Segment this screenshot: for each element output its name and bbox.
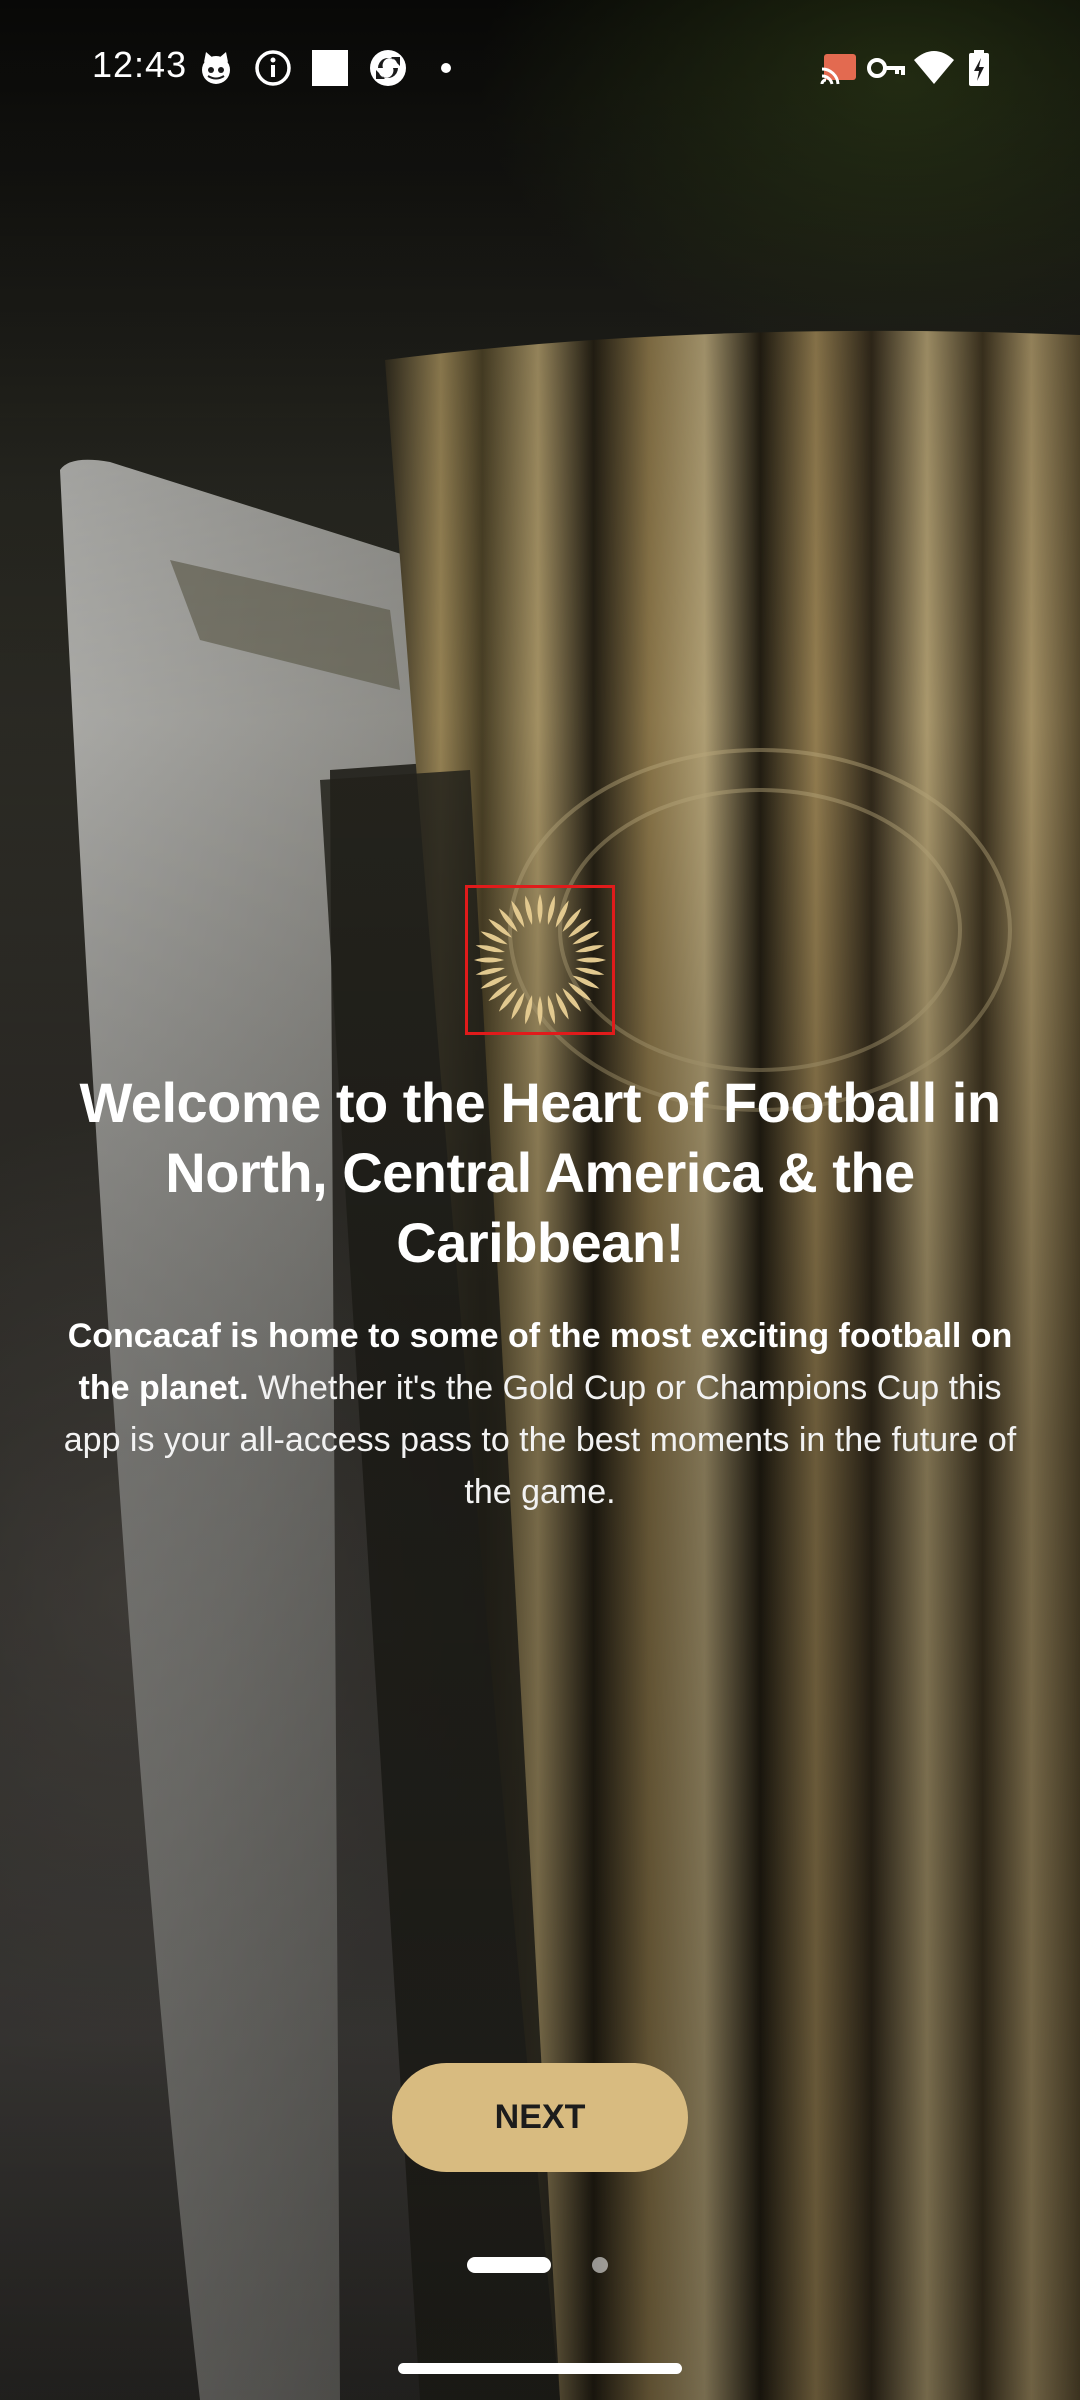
sun-ray (475, 967, 505, 975)
sync-app-icon (367, 48, 409, 88)
page-dot-inactive[interactable] (592, 2257, 608, 2273)
sun-ray (525, 995, 533, 1025)
vpn-key-icon (866, 48, 906, 88)
page-title: Welcome to the Heart of Football in Nort… (79, 1071, 1001, 1274)
square-icon (310, 48, 350, 88)
cat-face-icon (196, 48, 236, 88)
sun-ray (474, 957, 504, 963)
sun-ray (576, 957, 606, 963)
next-button[interactable]: NEXT (392, 2063, 688, 2172)
sun-ray (547, 895, 555, 925)
sun-ray (475, 945, 505, 953)
concacaf-sun-logo-icon (465, 885, 615, 1035)
onboarding-screen: 12:43 Welcome to the Heart of Football i… (0, 0, 1080, 2400)
sun-ray (575, 945, 605, 953)
sun-ray (537, 996, 543, 1026)
cast-icon (818, 48, 860, 88)
sun-ray (575, 967, 605, 975)
description-text: Concacaf is home to some of the most exc… (50, 1310, 1030, 1518)
sun-ray (537, 894, 543, 924)
info-icon (253, 48, 293, 88)
wifi-icon (912, 48, 956, 88)
status-time: 12:43 (92, 44, 188, 85)
sun-ray (525, 895, 533, 925)
dot-icon (438, 48, 454, 88)
battery-charging-icon (966, 48, 992, 88)
status-bar: 12:43 (0, 0, 1080, 136)
home-indicator[interactable] (398, 2363, 682, 2374)
sun-ray (547, 995, 555, 1025)
page-dot-active[interactable] (467, 2257, 551, 2273)
